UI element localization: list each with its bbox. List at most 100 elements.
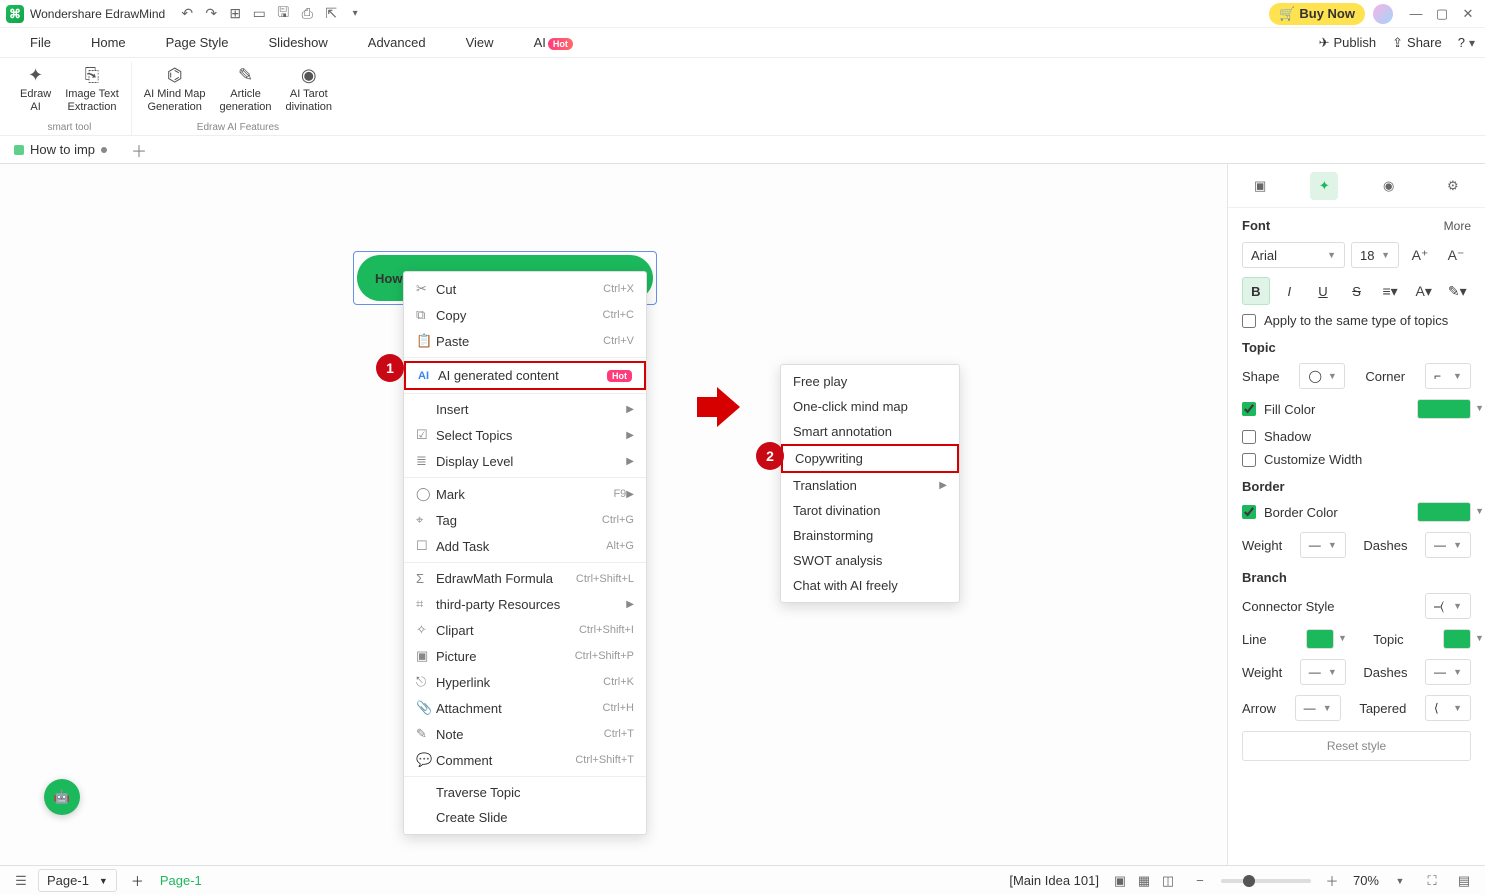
zoom-dropdown[interactable]: ▼ — [1389, 870, 1411, 892]
menu-item-ai-generated-content[interactable]: AIAI generated contentHot — [404, 361, 646, 390]
menu-item-third-party-resources[interactable]: ⌗third-party Resources▶ — [404, 591, 646, 617]
menu-ai[interactable]: AIHot — [514, 29, 593, 56]
menu-home[interactable]: Home — [71, 29, 146, 56]
panel-tab-layout[interactable]: ▣ — [1246, 172, 1274, 200]
border-color-swatch[interactable]: ▼ — [1417, 502, 1471, 522]
apply-same-type-checkbox[interactable]: Apply to the same type of topics — [1242, 313, 1471, 328]
menu-item-attachment[interactable]: 📎AttachmentCtrl+H — [404, 695, 646, 721]
font-more-link[interactable]: More — [1444, 219, 1471, 233]
menu-item-comment[interactable]: 💬CommentCtrl+Shift+T — [404, 747, 646, 773]
connector-style-combo[interactable]: ⎯⟨▼ — [1425, 593, 1471, 619]
border-dashes-combo[interactable]: —▼ — [1425, 532, 1471, 558]
menu-item-insert[interactable]: Insert▶ — [404, 397, 646, 422]
publish-button[interactable]: ✈Publish — [1319, 35, 1377, 51]
reset-style-button[interactable]: Reset style — [1242, 731, 1471, 761]
menu-item-tag[interactable]: ⌖TagCtrl+G — [404, 507, 646, 533]
arrow-combo[interactable]: —▼ — [1295, 695, 1341, 721]
bold-button[interactable]: B — [1242, 277, 1270, 305]
font-decrease-button[interactable]: A⁻ — [1441, 241, 1471, 269]
highlight-button[interactable]: ✎▾ — [1443, 277, 1471, 305]
menu-item-add-task[interactable]: ☐Add TaskAlt+G — [404, 533, 646, 559]
menu-advanced[interactable]: Advanced — [348, 29, 446, 56]
add-page-button[interactable]: ＋ — [123, 867, 152, 894]
font-color-button[interactable]: A▾ — [1410, 277, 1438, 305]
menu-item-chat-with-ai-freely[interactable]: Chat with AI freely — [781, 573, 959, 598]
font-size-combo[interactable]: 18▼ — [1351, 242, 1399, 268]
article-gen-button[interactable]: ✎Articlegeneration — [214, 62, 278, 116]
menu-item-hyperlink[interactable]: ⎋HyperlinkCtrl+K — [404, 669, 646, 695]
menu-item-note[interactable]: ✎NoteCtrl+T — [404, 721, 646, 747]
new-icon[interactable]: ⊞ — [227, 6, 243, 22]
tapered-combo[interactable]: ⟨▼ — [1425, 695, 1471, 721]
menu-file[interactable]: File — [10, 29, 71, 56]
redo-icon[interactable]: ↷ — [203, 6, 219, 22]
view-mode-2[interactable]: ▦ — [1133, 870, 1155, 892]
menu-item-create-slide[interactable]: Create Slide — [404, 805, 646, 830]
menu-item-translation[interactable]: Translation▶ — [781, 473, 959, 498]
menu-item-select-topics[interactable]: ☑Select Topics▶ — [404, 422, 646, 448]
menu-item-traverse-topic[interactable]: Traverse Topic — [404, 780, 646, 805]
line-color-swatch[interactable]: ▼ — [1306, 629, 1334, 649]
panel-tab-theme[interactable]: ◉ — [1375, 172, 1403, 200]
menu-item-picture[interactable]: ▣PictureCtrl+Shift+P — [404, 643, 646, 669]
topic-color-swatch[interactable]: ▼ — [1443, 629, 1471, 649]
underline-button[interactable]: U — [1309, 277, 1337, 305]
fullscreen-button[interactable]: ⛶ — [1421, 870, 1443, 892]
customize-width-checkbox[interactable]: Customize Width — [1242, 452, 1471, 467]
menu-item-edrawmath-formula[interactable]: ΣEdrawMath FormulaCtrl+Shift+L — [404, 566, 646, 591]
outline-view-button[interactable]: ☰ — [10, 870, 32, 892]
menu-slideshow[interactable]: Slideshow — [249, 29, 348, 56]
menu-item-brainstorming[interactable]: Brainstorming — [781, 523, 959, 548]
italic-button[interactable]: I — [1276, 277, 1304, 305]
font-family-combo[interactable]: Arial▼ — [1242, 242, 1345, 268]
menu-item-copy[interactable]: ⧉CopyCtrl+C — [404, 302, 646, 328]
qat-more-icon[interactable]: ▾ — [347, 6, 363, 22]
strike-button[interactable]: S — [1343, 277, 1371, 305]
page-tab-1[interactable]: Page-1 — [152, 869, 210, 892]
menu-item-one-click-mind-map[interactable]: One-click mind map — [781, 394, 959, 419]
panel-toggle-button[interactable]: ▤ — [1453, 870, 1475, 892]
minimize-button[interactable]: — — [1405, 3, 1427, 25]
shape-combo[interactable]: ◯▼ — [1299, 363, 1345, 389]
ai-assistant-fab[interactable]: 🤖 — [44, 779, 80, 815]
panel-tab-settings[interactable]: ⚙ — [1439, 172, 1467, 200]
font-increase-button[interactable]: A⁺ — [1405, 241, 1435, 269]
page-selector[interactable]: Page-1▼ — [38, 869, 117, 892]
menu-item-tarot-divination[interactable]: Tarot divination — [781, 498, 959, 523]
shadow-checkbox[interactable]: Shadow — [1242, 429, 1471, 444]
menu-item-mark[interactable]: ◯MarkF9▶ — [404, 481, 646, 507]
branch-weight-combo[interactable]: —▼ — [1300, 659, 1346, 685]
canvas[interactable]: How ✂CutCtrl+X⧉CopyCtrl+C📋PasteCtrl+VAIA… — [0, 164, 1227, 865]
border-weight-combo[interactable]: —▼ — [1300, 532, 1346, 558]
view-mode-1[interactable]: ▣ — [1109, 870, 1131, 892]
zoom-out-button[interactable]: − — [1189, 870, 1211, 892]
maximize-button[interactable]: ▢ — [1431, 3, 1453, 25]
menu-item-cut[interactable]: ✂CutCtrl+X — [404, 276, 646, 302]
image-text-extraction-button[interactable]: ⎘Image TextExtraction — [59, 62, 125, 116]
zoom-slider[interactable] — [1221, 879, 1311, 883]
print-icon[interactable]: ⎙ — [299, 6, 315, 22]
buy-now-button[interactable]: 🛒Buy Now — [1269, 3, 1365, 25]
align-button[interactable]: ≡▾ — [1376, 277, 1404, 305]
zoom-in-button[interactable]: ＋ — [1321, 870, 1343, 892]
branch-dashes-combo[interactable]: —▼ — [1425, 659, 1471, 685]
menu-item-paste[interactable]: 📋PasteCtrl+V — [404, 328, 646, 354]
help-button[interactable]: ?▾ — [1458, 35, 1475, 50]
ai-mindmap-gen-button[interactable]: ⌬AI Mind MapGeneration — [138, 62, 212, 116]
view-mode-3[interactable]: ◫ — [1157, 870, 1179, 892]
menu-item-clipart[interactable]: ✧ClipartCtrl+Shift+I — [404, 617, 646, 643]
undo-icon[interactable]: ↶ — [179, 6, 195, 22]
menu-item-swot-analysis[interactable]: SWOT analysis — [781, 548, 959, 573]
menu-page-style[interactable]: Page Style — [146, 29, 249, 56]
menu-item-smart-annotation[interactable]: Smart annotation — [781, 419, 959, 444]
edraw-ai-button[interactable]: ✦EdrawAI — [14, 62, 57, 116]
fill-color-checkbox[interactable]: Fill Color — [1242, 402, 1315, 417]
close-button[interactable]: ✕ — [1457, 3, 1479, 25]
open-icon[interactable]: ▭ — [251, 6, 267, 22]
menu-item-display-level[interactable]: ≣Display Level▶ — [404, 448, 646, 474]
share-button[interactable]: ⇪Share — [1392, 35, 1442, 51]
menu-item-copywriting[interactable]: Copywriting — [781, 444, 959, 473]
export-icon[interactable]: ⇱ — [323, 6, 339, 22]
menu-view[interactable]: View — [446, 29, 514, 56]
menu-item-free-play[interactable]: Free play — [781, 369, 959, 394]
